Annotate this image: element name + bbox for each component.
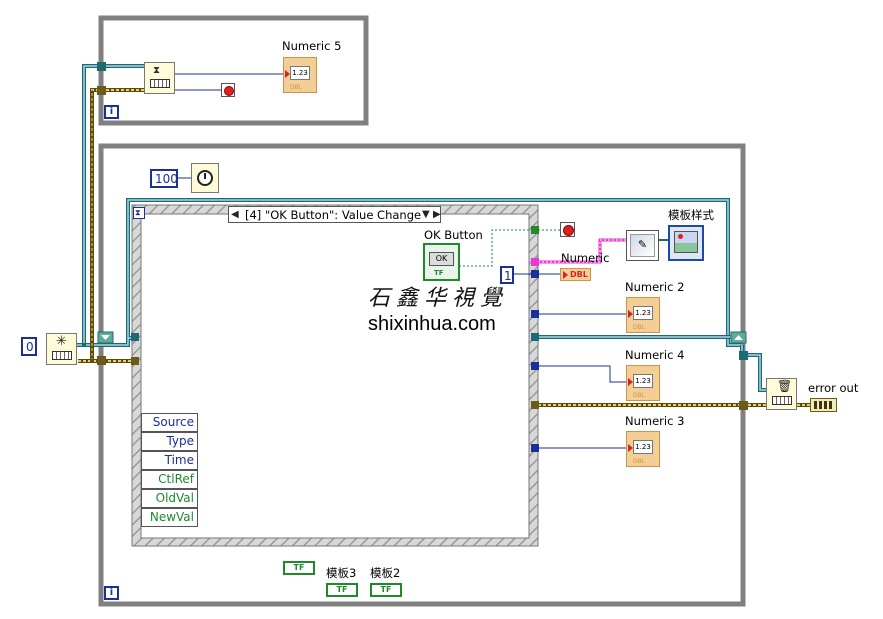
event-stop-terminal[interactable] [560, 222, 575, 237]
ok-button-label: OK Button [424, 228, 483, 242]
template2-terminal[interactable]: TF [370, 583, 402, 597]
pencil-icon: ✎ [630, 234, 655, 257]
dequeue-element-node[interactable]: ⧗ [144, 62, 175, 94]
starburst-icon: ✳ [56, 334, 67, 349]
wire-junction [90, 359, 94, 363]
selector-dropdown-arrow[interactable]: ▼ [422, 208, 430, 221]
numeric4-label: Numeric 4 [625, 348, 685, 362]
top-loop-iteration-terminal: i [104, 105, 119, 119]
obtain-queue-node[interactable]: ✳ [46, 333, 77, 365]
numeric4-indicator[interactable]: 1.23 DBL [626, 365, 660, 401]
event-timeout-terminal[interactable]: ⧗ [133, 207, 145, 219]
release-queue-node[interactable]: 🗑 [766, 378, 797, 410]
boolean-terminal-unlabeled[interactable]: TF [283, 561, 315, 575]
top-loop-stop-terminal[interactable] [221, 83, 235, 97]
template2-label: 模板2 [370, 566, 401, 580]
event-data-field[interactable]: Source [141, 413, 198, 432]
event-data-field[interactable]: Type [141, 432, 198, 451]
error-out-indicator[interactable] [810, 398, 837, 412]
ok-button-terminal[interactable]: OK TF [423, 243, 460, 281]
stop-tunnel[interactable] [531, 226, 539, 234]
picture-tunnel[interactable] [531, 258, 539, 266]
watermark-chinese: 石鑫华視覺 [368, 286, 509, 311]
picture-template-indicator[interactable] [668, 225, 704, 261]
event-structure-interior [140, 213, 530, 539]
numeric-label: Numeric [561, 251, 610, 265]
main-loop-queue-tunnel-out[interactable] [739, 351, 748, 360]
numeric2-label: Numeric 2 [625, 280, 685, 294]
numeric2-indicator[interactable]: 1.23 DBL [626, 297, 660, 333]
numeric3-indicator[interactable]: 1.23 DBL [626, 431, 660, 467]
error-tunnel-out[interactable] [531, 401, 539, 409]
trash-icon: 🗑 [777, 379, 793, 393]
queue-tunnel-in[interactable] [131, 333, 139, 341]
ok-button-type: TF [434, 269, 444, 277]
error-out-label: error out [808, 381, 859, 395]
labview-block-diagram: i i ⧗ ✳ 🗑 ✎ 100 0 1 ◀ [4] "OK Button": V… [0, 0, 883, 619]
template3-label: 模板3 [326, 566, 357, 580]
event-case-selector-label: [4] "OK Button": Value Change [245, 208, 422, 222]
datatype-label: DBL [633, 458, 646, 465]
queue-icon [150, 79, 170, 88]
queue-size-constant[interactable]: 0 [21, 337, 37, 356]
template3-terminal[interactable]: TF [326, 583, 358, 597]
sun-icon [678, 234, 683, 239]
numeric-display: 1.23 [633, 374, 653, 388]
datatype-label: DBL [570, 270, 588, 279]
numeric5-label: Numeric 5 [282, 39, 342, 53]
watermark-url: shixinhua.com [368, 313, 496, 335]
ok-button-face: OK [429, 252, 454, 266]
top-loop-error-tunnel[interactable] [97, 86, 106, 95]
queue-tunnel-out[interactable] [531, 333, 539, 341]
queue-icon [772, 396, 792, 405]
datatype-label: DBL [633, 324, 646, 331]
main-loop-iteration-terminal: i [104, 586, 119, 600]
event-data-field[interactable]: CtlRef [141, 470, 198, 489]
top-while-loop[interactable] [98, 15, 369, 126]
numeric-display: 1.23 [633, 440, 653, 454]
wire-junction [82, 343, 86, 347]
watch-hand [204, 173, 206, 179]
wait-ms-node[interactable] [191, 163, 219, 193]
numeric3-tunnel[interactable] [531, 444, 539, 452]
numeric3-label: Numeric 3 [625, 414, 685, 428]
stop-icon [224, 86, 234, 96]
main-loop-error-tunnel-out[interactable] [739, 401, 748, 410]
template-style-label: 模板样式 [668, 208, 714, 222]
numeric-display: 1.23 [290, 66, 310, 80]
numeric-local-variable[interactable]: DBL [560, 268, 591, 281]
selector-prev-arrow[interactable]: ◀ [231, 208, 239, 221]
hourglass-icon: ⧗ [135, 208, 141, 217]
event-case-selector[interactable]: ◀ [4] "OK Button": Value Change ▼ ▶ [228, 206, 441, 223]
cluster-icon [814, 401, 833, 409]
selector-next-arrow[interactable]: ▶ [433, 208, 441, 221]
datatype-label: DBL [290, 84, 303, 91]
datatype-label: DBL [633, 392, 646, 399]
event-data-field[interactable]: NewVal [141, 508, 198, 527]
numeric2-tunnel[interactable] [531, 310, 539, 318]
stop-icon [563, 225, 574, 236]
input-arrow-icon [563, 271, 568, 279]
draw-picture-node[interactable]: ✎ [626, 230, 659, 261]
error-tunnel-in[interactable] [131, 357, 139, 365]
wait-ms-constant[interactable]: 100 [150, 169, 178, 188]
top-loop-queue-tunnel[interactable] [97, 62, 106, 71]
event-data-field[interactable]: Time [141, 451, 198, 470]
numeric-tunnel[interactable] [531, 270, 539, 278]
numeric4-tunnel[interactable] [531, 362, 539, 370]
numeric-constant-one[interactable]: 1 [500, 266, 514, 284]
queue-icon [52, 351, 72, 360]
hourglass-icon: ⧗ [153, 65, 161, 76]
event-data-field[interactable]: OldVal [141, 489, 198, 508]
numeric5-indicator[interactable]: 1.23 DBL [283, 57, 317, 93]
main-loop-error-tunnel[interactable] [97, 356, 106, 365]
numeric-display: 1.23 [633, 306, 653, 320]
